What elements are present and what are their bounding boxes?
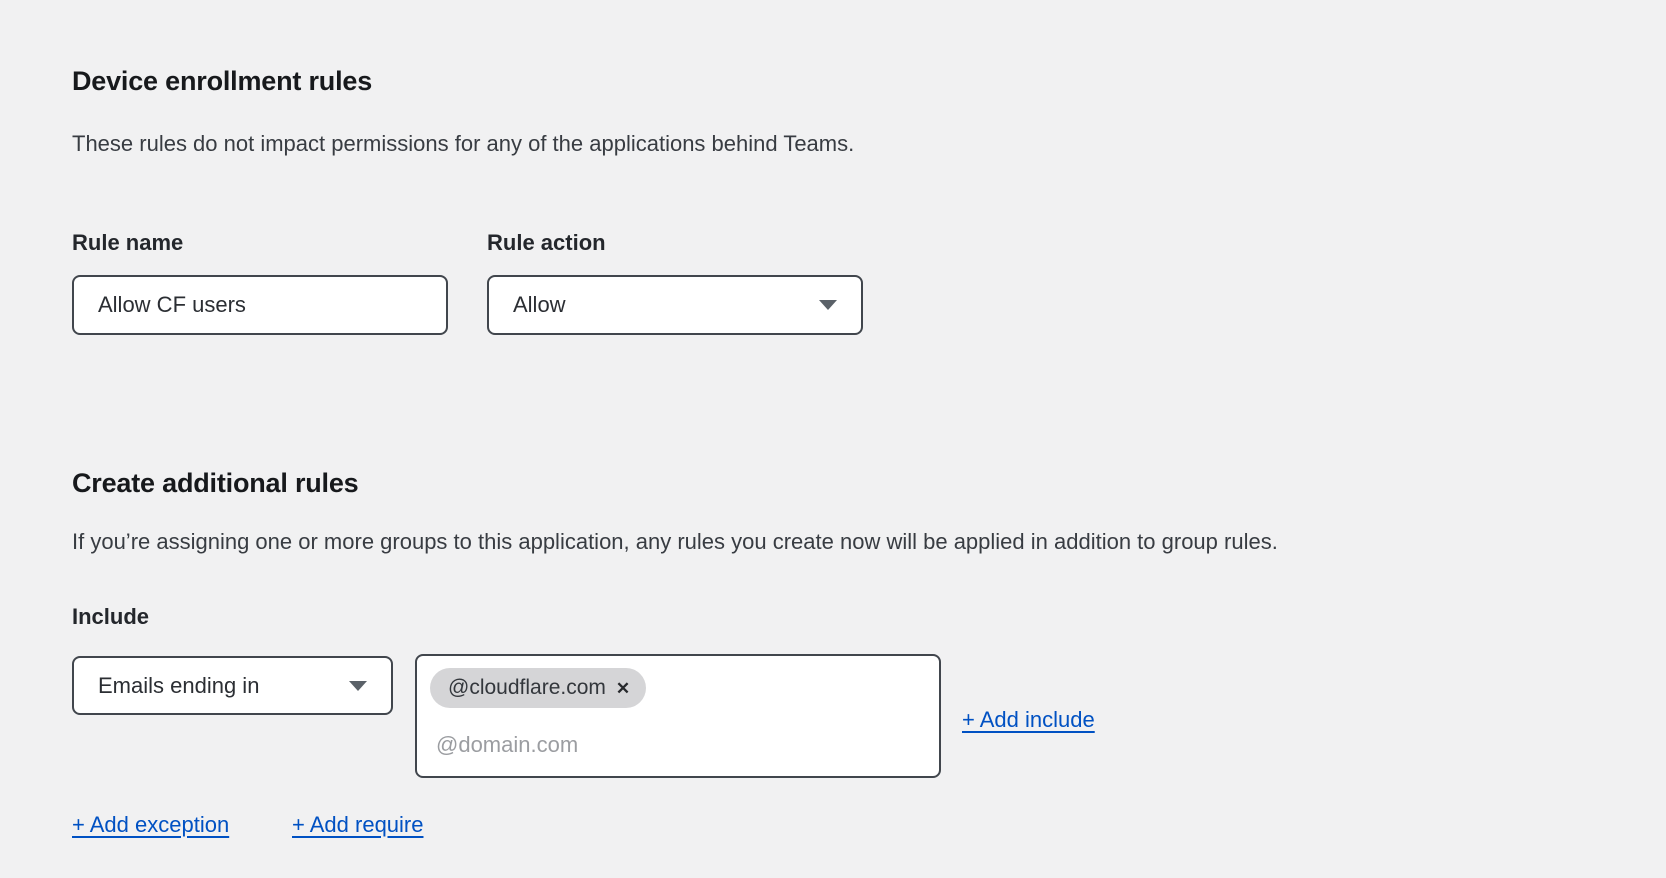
include-label: Include bbox=[72, 604, 149, 630]
include-selector-select[interactable]: Emails ending in bbox=[72, 656, 393, 715]
device-enrollment-rules-description: These rules do not impact permissions fo… bbox=[72, 131, 854, 157]
add-exception-link[interactable]: + Add exception bbox=[72, 812, 229, 838]
chevron-down-icon bbox=[349, 681, 367, 691]
remove-tag-icon[interactable]: ✕ bbox=[616, 680, 630, 697]
email-domain-tag-text: @cloudflare.com bbox=[448, 676, 606, 700]
rule-name-input[interactable] bbox=[72, 275, 448, 335]
create-additional-rules-heading: Create additional rules bbox=[72, 468, 358, 499]
email-domain-tag: @cloudflare.com ✕ bbox=[430, 668, 646, 708]
device-enrollment-page: Device enrollment rules These rules do n… bbox=[0, 0, 1666, 878]
rule-action-selected-value: Allow bbox=[513, 292, 566, 318]
email-domain-input[interactable] bbox=[436, 732, 896, 758]
add-include-link[interactable]: + Add include bbox=[962, 707, 1095, 733]
rule-name-label: Rule name bbox=[72, 230, 183, 256]
create-additional-rules-description: If you’re assigning one or more groups t… bbox=[72, 529, 1278, 555]
device-enrollment-rules-heading: Device enrollment rules bbox=[72, 66, 372, 97]
chevron-down-icon bbox=[819, 300, 837, 310]
rule-action-select[interactable]: Allow bbox=[487, 275, 863, 335]
include-selector-selected-value: Emails ending in bbox=[98, 673, 259, 699]
add-require-link[interactable]: + Add require bbox=[292, 812, 423, 838]
rule-action-label: Rule action bbox=[487, 230, 606, 256]
include-values-input-box[interactable]: @cloudflare.com ✕ bbox=[415, 654, 941, 778]
